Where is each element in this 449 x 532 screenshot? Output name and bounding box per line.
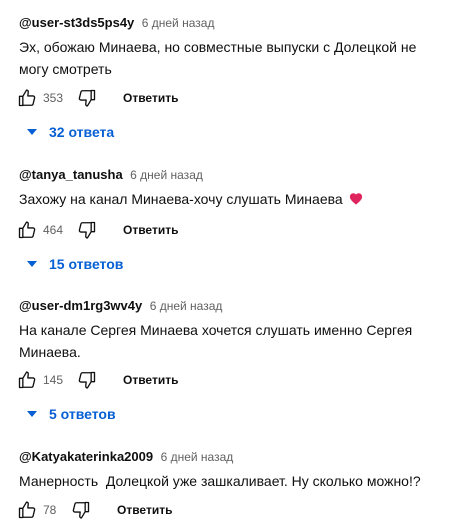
thumbs-up-outline-icon — [18, 371, 36, 389]
comment-timestamp[interactable]: 6 дней назад — [130, 168, 203, 182]
reply-button[interactable]: Ответить — [123, 89, 178, 107]
comment-text-content: Захожу на канал Минаева-хочу слушать Мин… — [19, 191, 343, 207]
dislike-button[interactable] — [77, 370, 97, 390]
caret-down-icon — [27, 129, 37, 135]
caret-down-icon — [27, 411, 37, 417]
comment-author[interactable]: @user-st3ds5ps4y — [19, 15, 134, 30]
thumbs-down-outline-icon — [78, 371, 96, 389]
thumbs-down-outline-icon — [78, 89, 96, 107]
comment-timestamp[interactable]: 6 дней назад — [150, 299, 223, 313]
like-count: 464 — [43, 223, 64, 237]
comment-text: Эх, обожаю Минаева, но совместные выпуск… — [19, 39, 421, 77]
reply-button[interactable]: Ответить — [117, 501, 172, 519]
like-button[interactable] — [17, 500, 37, 520]
thumbs-up-outline-icon — [18, 221, 36, 239]
like-count: 78 — [43, 503, 57, 517]
like-count: 145 — [43, 373, 64, 387]
comment-text: На канале Сергея Минаева хочется слушать… — [19, 322, 417, 360]
comment-timestamp[interactable]: 6 дней назад — [142, 16, 215, 30]
comment-text: Захожу на канал Минаева-хочу слушать Мин… — [19, 188, 439, 210]
replies-count: 32 ответа — [49, 124, 115, 140]
dislike-button[interactable] — [77, 220, 97, 240]
comment-timestamp[interactable]: 6 дней назад — [161, 450, 234, 464]
comment-author[interactable]: @tanya_tanusha — [19, 167, 123, 182]
dislike-button[interactable] — [77, 88, 97, 108]
like-count: 353 — [43, 91, 64, 105]
comment-header: @user-dm1rg3wv4y 6 дней назад — [19, 297, 222, 315]
comment-header: @tanya_tanusha 6 дней назад — [19, 166, 203, 184]
like-button[interactable] — [17, 370, 37, 390]
red-heart-icon — [349, 193, 362, 205]
dislike-button[interactable] — [71, 500, 91, 520]
comment-header: @user-st3ds5ps4y 6 дней назад — [19, 14, 214, 32]
caret-down-icon — [27, 261, 37, 267]
thumbs-down-outline-icon — [72, 501, 90, 519]
thumbs-up-outline-icon — [18, 89, 36, 107]
comment-header: @Katyakaterinka2009 6 дней назад — [19, 448, 233, 466]
replies-count: 5 ответов — [49, 406, 116, 422]
comment-author[interactable]: @Katyakaterinka2009 — [19, 449, 153, 464]
thumbs-down-outline-icon — [78, 221, 96, 239]
replies-count: 15 ответов — [49, 256, 124, 272]
like-button[interactable] — [17, 88, 37, 108]
reply-button[interactable]: Ответить — [123, 371, 178, 389]
comment-text: Манерность Долецкой уже зашкаливает. Ну … — [19, 473, 421, 489]
thumbs-up-outline-icon — [18, 501, 36, 519]
comment-author[interactable]: @user-dm1rg3wv4y — [19, 298, 142, 313]
reply-button[interactable]: Ответить — [123, 221, 178, 239]
like-button[interactable] — [17, 220, 37, 240]
